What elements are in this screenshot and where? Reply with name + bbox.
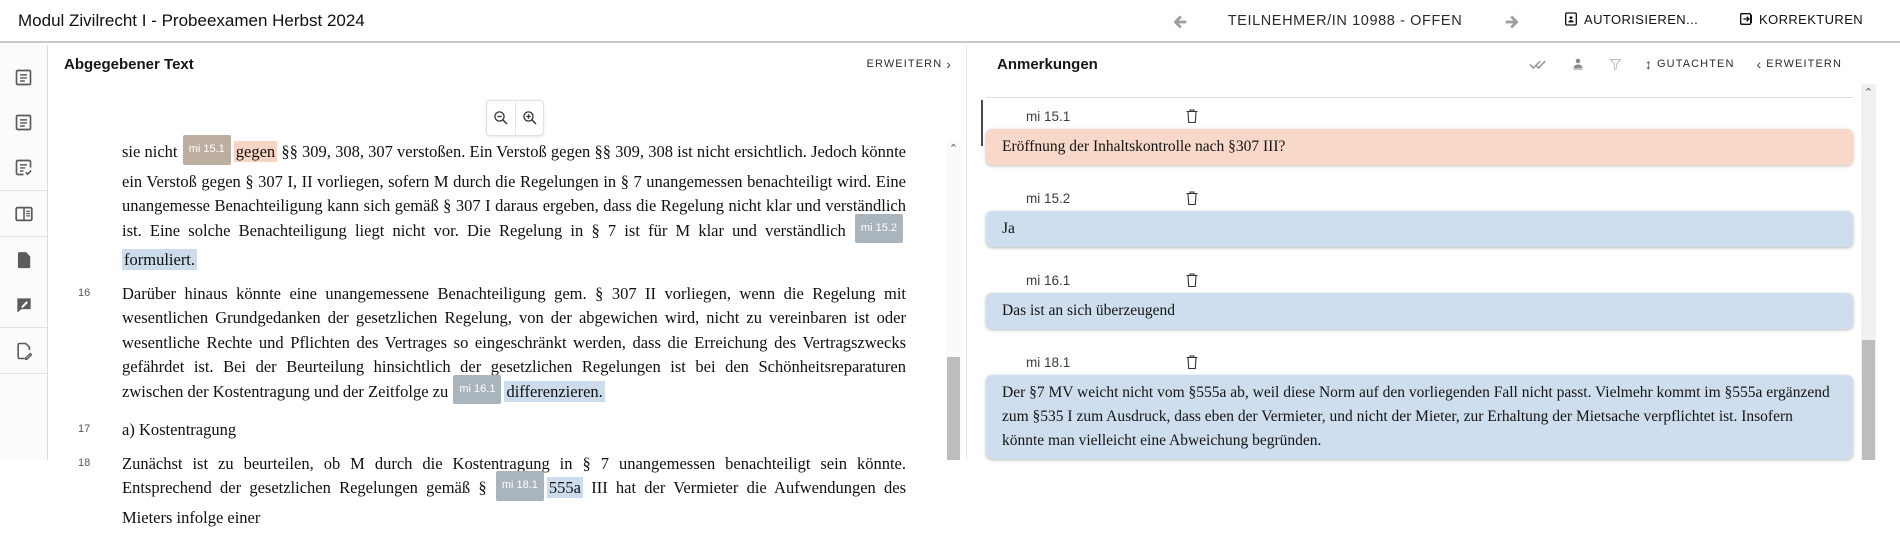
- magnifier-minus-icon: [493, 110, 509, 126]
- line-number: 16: [78, 282, 122, 410]
- line-number: 17: [78, 418, 122, 443]
- trash-icon: [1186, 109, 1198, 123]
- expand-text-panel-button[interactable]: ERWEITERN ›: [867, 57, 952, 71]
- tool-sidebar: [0, 45, 48, 460]
- sidebar-item-document-lines-2[interactable]: [0, 100, 47, 145]
- sidebar-item-reader-mode[interactable]: [0, 191, 47, 236]
- document-lines-icon: [13, 67, 34, 88]
- submitted-text-header: Abgegebener Text ERWEITERN ›: [48, 45, 966, 83]
- annotation-card[interactable]: Ja: [986, 211, 1853, 247]
- annotation-id: mi 15.2: [1026, 191, 1186, 206]
- annotation-marker[interactable]: mi 15.1: [183, 135, 231, 165]
- scrollbar-thumb[interactable]: [1862, 340, 1875, 460]
- sidebar-item-document-lines[interactable]: [0, 55, 47, 100]
- highlighted-text[interactable]: 555a: [547, 477, 583, 498]
- trash-icon: [1186, 273, 1198, 287]
- highlighted-text[interactable]: formuliert.: [122, 249, 197, 270]
- person-icon[interactable]: [1570, 56, 1586, 72]
- scrollbar-thumb[interactable]: [947, 357, 960, 460]
- line-number: [78, 140, 122, 273]
- next-participant-arrow-icon[interactable]: [1502, 11, 1524, 33]
- trash-icon: [1186, 191, 1198, 205]
- delete-annotation-button[interactable]: [1186, 355, 1198, 369]
- submitted-text-content: sie nicht mi 15.1gegen §§ 309, 308, 307 …: [78, 140, 906, 539]
- reader-mode-icon: [13, 203, 35, 225]
- submitted-text-panel: Abgegebener Text ERWEITERN › sie nicht m…: [48, 45, 966, 460]
- annotation-item: mi 18.1 Der §7 MV weicht nicht vom §555a…: [986, 349, 1853, 459]
- collapse-annotations-button[interactable]: ‹ ERWEITERN: [1757, 57, 1842, 71]
- chevron-right-icon: ›: [946, 57, 952, 71]
- text-paragraph: sie nicht mi 15.1gegen §§ 309, 308, 307 …: [78, 140, 906, 273]
- document-lines-icon: [13, 112, 34, 133]
- delete-annotation-button[interactable]: [1186, 109, 1198, 123]
- document-edit-icon: [14, 341, 34, 361]
- delete-annotation-button[interactable]: [1186, 273, 1198, 287]
- scroll-up-arrow-icon[interactable]: ⌃: [946, 142, 961, 156]
- annotation-item: mi 15.2 Ja: [986, 185, 1853, 247]
- swap-vertical-icon: ↕: [1645, 56, 1653, 72]
- zoom-toolbar: [486, 100, 544, 136]
- highlighted-text[interactable]: differenzieren.: [504, 381, 604, 402]
- sidebar-item-annotation-edit[interactable]: [0, 282, 47, 327]
- document-filled-icon: [14, 250, 34, 270]
- document-check-icon: [13, 157, 34, 178]
- text-paragraph: 16 Darüber hinaus könnte eine unangemess…: [78, 282, 906, 410]
- authorize-button[interactable]: AUTORISIEREN...: [1563, 11, 1698, 27]
- annotation-card[interactable]: Der §7 MV weicht nicht vom §555a ab, wei…: [986, 375, 1853, 459]
- annotations-list: mi 15.1 Eröffnung der Inhaltskontrolle n…: [986, 103, 1853, 479]
- zoom-out-button[interactable]: [487, 101, 515, 135]
- annotations-header: Anmerkungen ↕ GUTACHTEN ‹ ERWEITERN: [967, 45, 1900, 83]
- app-bar: Modul Zivilrecht I - Probeexamen Herbst …: [0, 0, 1900, 43]
- gutachten-button[interactable]: ↕ GUTACHTEN: [1645, 56, 1735, 72]
- scroll-up-arrow-icon[interactable]: ⌃: [1861, 86, 1876, 100]
- annotations-title: Anmerkungen: [997, 56, 1098, 73]
- annotation-id: mi 16.1: [1026, 273, 1186, 288]
- sidebar-item-document-edit[interactable]: [0, 328, 47, 373]
- chevron-left-icon: ‹: [1757, 57, 1763, 71]
- annotation-item: mi 15.1 Eröffnung der Inhaltskontrolle n…: [986, 103, 1853, 165]
- filter-funnel-icon[interactable]: [1608, 57, 1623, 72]
- text-vertical-scrollbar[interactable]: ⌃: [946, 140, 961, 460]
- participant-status: TEILNEHMER/IN 10988 - OFFEN: [1205, 13, 1485, 29]
- magnifier-plus-icon: [522, 110, 538, 126]
- done-all-icon[interactable]: [1529, 56, 1548, 72]
- annotation-marker[interactable]: mi 18.1: [496, 471, 544, 501]
- line-number: 18: [78, 452, 122, 531]
- annotations-panel: Anmerkungen ↕ GUTACHTEN ‹ ERWEITERN: [966, 45, 1900, 460]
- annotation-item: mi 16.1 Das ist an sich überzeugend: [986, 267, 1853, 329]
- sidebar-item-document-filled[interactable]: [0, 237, 47, 282]
- text-paragraph: 17 a) Kostentragung: [78, 418, 906, 443]
- sidebar-item-document-check[interactable]: [0, 145, 47, 190]
- zoom-in-button[interactable]: [515, 101, 543, 135]
- trash-icon: [1186, 355, 1198, 369]
- annotation-id: mi 15.1: [1026, 109, 1186, 124]
- previous-participant-arrow-icon[interactable]: [1168, 11, 1190, 33]
- annotation-marker[interactable]: mi 16.1: [453, 375, 501, 405]
- highlighted-text[interactable]: gegen: [234, 141, 277, 162]
- submitted-text-title: Abgegebener Text: [64, 56, 194, 73]
- annotation-card[interactable]: Das ist an sich überzeugend: [986, 293, 1853, 329]
- annotations-vertical-scrollbar[interactable]: ⌃: [1861, 84, 1876, 460]
- corrections-button[interactable]: KORREKTUREN: [1738, 11, 1863, 27]
- sidebar-divider: [0, 373, 47, 374]
- text-paragraph: 18 Zunächst ist zu beurteilen, ob M durc…: [78, 452, 906, 531]
- delete-annotation-button[interactable]: [1186, 191, 1198, 205]
- exit-to-corrections-icon: [1738, 11, 1754, 27]
- annotations-list-divider: [986, 97, 1853, 98]
- authorize-badge-icon: [1563, 11, 1579, 27]
- annotation-edit-icon: [14, 295, 34, 315]
- annotation-card[interactable]: Eröffnung der Inhaltskontrolle nach §307…: [986, 129, 1853, 165]
- page-title: Modul Zivilrecht I - Probeexamen Herbst …: [18, 11, 365, 31]
- selected-annotation-indicator: [981, 100, 983, 146]
- annotation-marker[interactable]: mi 15.2: [855, 214, 903, 244]
- annotation-id: mi 18.1: [1026, 355, 1186, 370]
